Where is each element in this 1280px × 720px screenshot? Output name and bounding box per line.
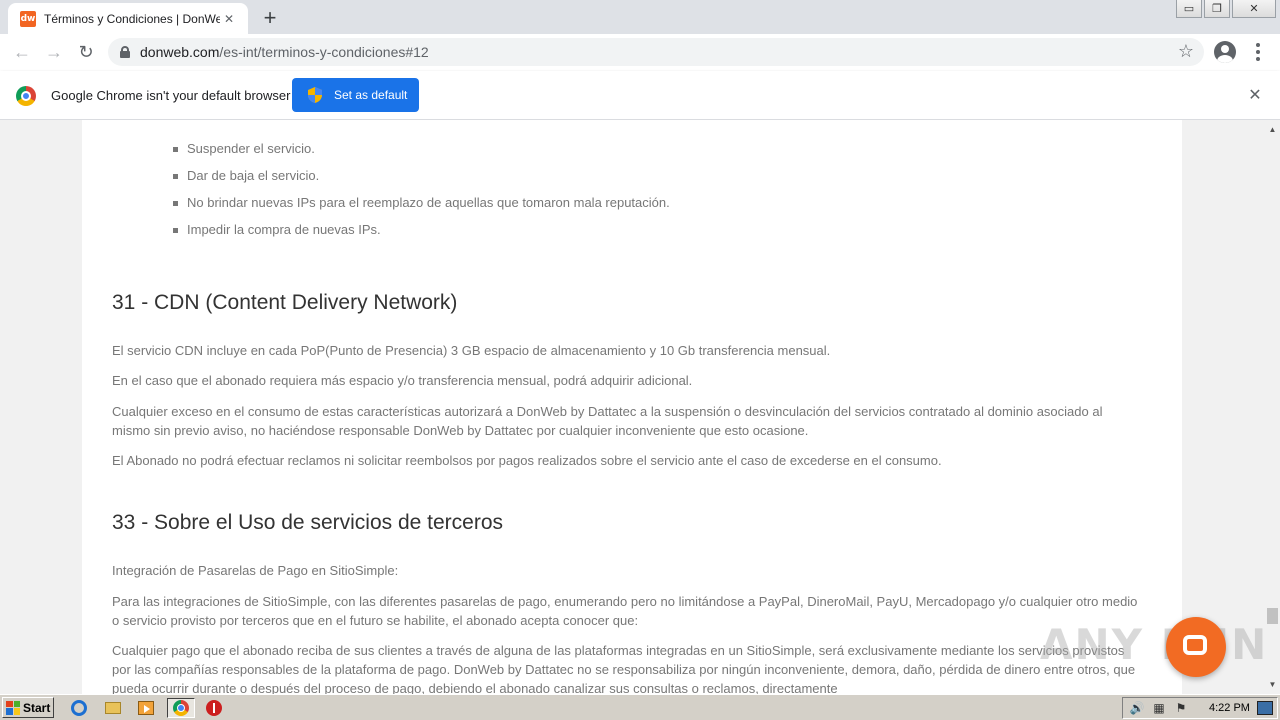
clock[interactable]: 4:22 PM (1209, 702, 1250, 714)
show-desktop-icon[interactable] (1257, 701, 1273, 715)
blocked-app-taskbar-icon[interactable] (203, 698, 225, 718)
start-label: Start (23, 700, 51, 715)
section-31-paragraph: El Abonado no podrá efectuar reclamos ni… (112, 453, 942, 468)
chrome-menu-icon[interactable] (1250, 40, 1266, 64)
new-tab-button[interactable]: + (258, 6, 282, 30)
uac-shield-icon (308, 87, 322, 103)
list-item: Suspender el servicio. (173, 141, 670, 168)
chrome-logo-icon (16, 86, 36, 106)
browser-tab[interactable]: dw Términos y Condiciones | DonWeb Int ✕ (8, 3, 248, 34)
tab-strip: dw Términos y Condiciones | DonWeb Int ✕… (0, 0, 1280, 34)
section-33-heading: 33 - Sobre el Uso de servicios de tercer… (112, 511, 504, 534)
section-33-paragraph: Para las integraciones de SitioSimple, c… (112, 594, 1138, 628)
section-31-paragraph: El servicio CDN incluye en cada PoP(Punt… (112, 343, 831, 358)
bookmark-star-icon[interactable]: ☆ (1178, 41, 1194, 62)
anyrun-logo-icon (1166, 617, 1226, 677)
windows-flag-icon (6, 700, 20, 715)
section-33-paragraph: Cualquier pago que el abonado reciba de … (112, 643, 1136, 694)
ie-quicklaunch-icon[interactable] (68, 698, 90, 718)
restore-button[interactable]: ❐ (1204, 0, 1230, 18)
forward-button[interactable]: → (38, 37, 70, 69)
lock-icon[interactable] (120, 46, 130, 58)
set-as-default-button[interactable]: Set as default (292, 78, 419, 112)
profile-avatar-icon[interactable] (1214, 41, 1236, 63)
set-as-default-label: Set as default (334, 88, 408, 102)
measures-list: Suspender el servicio. Dar de baja el se… (173, 141, 670, 249)
start-button[interactable]: Start (2, 697, 54, 718)
back-button[interactable]: ← (6, 37, 38, 69)
window-close-button[interactable]: ✕ (1232, 0, 1276, 18)
section-31-paragraph: Cualquier exceso en el consumo de estas … (112, 404, 1103, 438)
anyrun-watermark: ANY RUN (1040, 620, 1269, 669)
windows-taskbar: Start 🔊 ▦ ⚑ 4:22 PM (0, 694, 1280, 720)
tab-close-icon[interactable]: ✕ (220, 10, 238, 28)
media-player-quicklaunch-icon[interactable] (135, 698, 157, 718)
page-content: Suspender el servicio. Dar de baja el se… (82, 120, 1182, 694)
page-viewport: Suspender el servicio. Dar de baja el se… (0, 120, 1265, 694)
reload-button[interactable]: ↻ (70, 37, 102, 69)
default-browser-infobar: Google Chrome isn't your default browser… (0, 71, 1280, 120)
scroll-down-arrow-icon[interactable]: ▼ (1265, 677, 1280, 692)
section-33-paragraph: Integración de Pasarelas de Pago en Siti… (112, 563, 399, 578)
system-tray: 🔊 ▦ ⚑ 4:22 PM (1122, 697, 1278, 719)
infobar-close-icon[interactable]: ✕ (1246, 86, 1264, 104)
window-controls: ▭ ❐ ✕ (1176, 0, 1276, 18)
minimize-button[interactable]: ▭ (1176, 0, 1202, 18)
list-item: Impedir la compra de nuevas IPs. (173, 222, 670, 249)
page-scrollbar[interactable]: ▲ ▼ (1265, 120, 1280, 694)
url-path: /es-int/terminos-y-condiciones#12 (219, 44, 429, 60)
network-icon[interactable]: ▦ (1151, 700, 1167, 716)
address-bar[interactable]: donweb.com/es-int/terminos-y-condiciones… (108, 38, 1204, 66)
explorer-quicklaunch-icon[interactable] (102, 698, 124, 718)
scrollbar-thumb[interactable] (1267, 608, 1278, 624)
list-item: No brindar nuevas IPs para el reemplazo … (173, 195, 670, 222)
flag-icon[interactable]: ⚑ (1173, 700, 1189, 716)
tab-title: Términos y Condiciones | DonWeb Int (44, 11, 220, 26)
scroll-up-arrow-icon[interactable]: ▲ (1265, 122, 1280, 137)
speaker-icon[interactable]: 🔊 (1129, 700, 1145, 716)
donweb-favicon-icon: dw (20, 10, 36, 27)
chrome-taskbar-icon[interactable] (167, 698, 195, 718)
url-host: donweb.com (140, 44, 220, 60)
browser-toolbar: ← → ↻ donweb.com/es-int/terminos-y-condi… (0, 34, 1280, 71)
section-31-heading: 31 - CDN (Content Delivery Network) (112, 291, 458, 314)
section-31-paragraph: En el caso que el abonado requiera más e… (112, 373, 693, 388)
list-item: Dar de baja el servicio. (173, 168, 670, 195)
infobar-message: Google Chrome isn't your default browser (51, 88, 291, 103)
